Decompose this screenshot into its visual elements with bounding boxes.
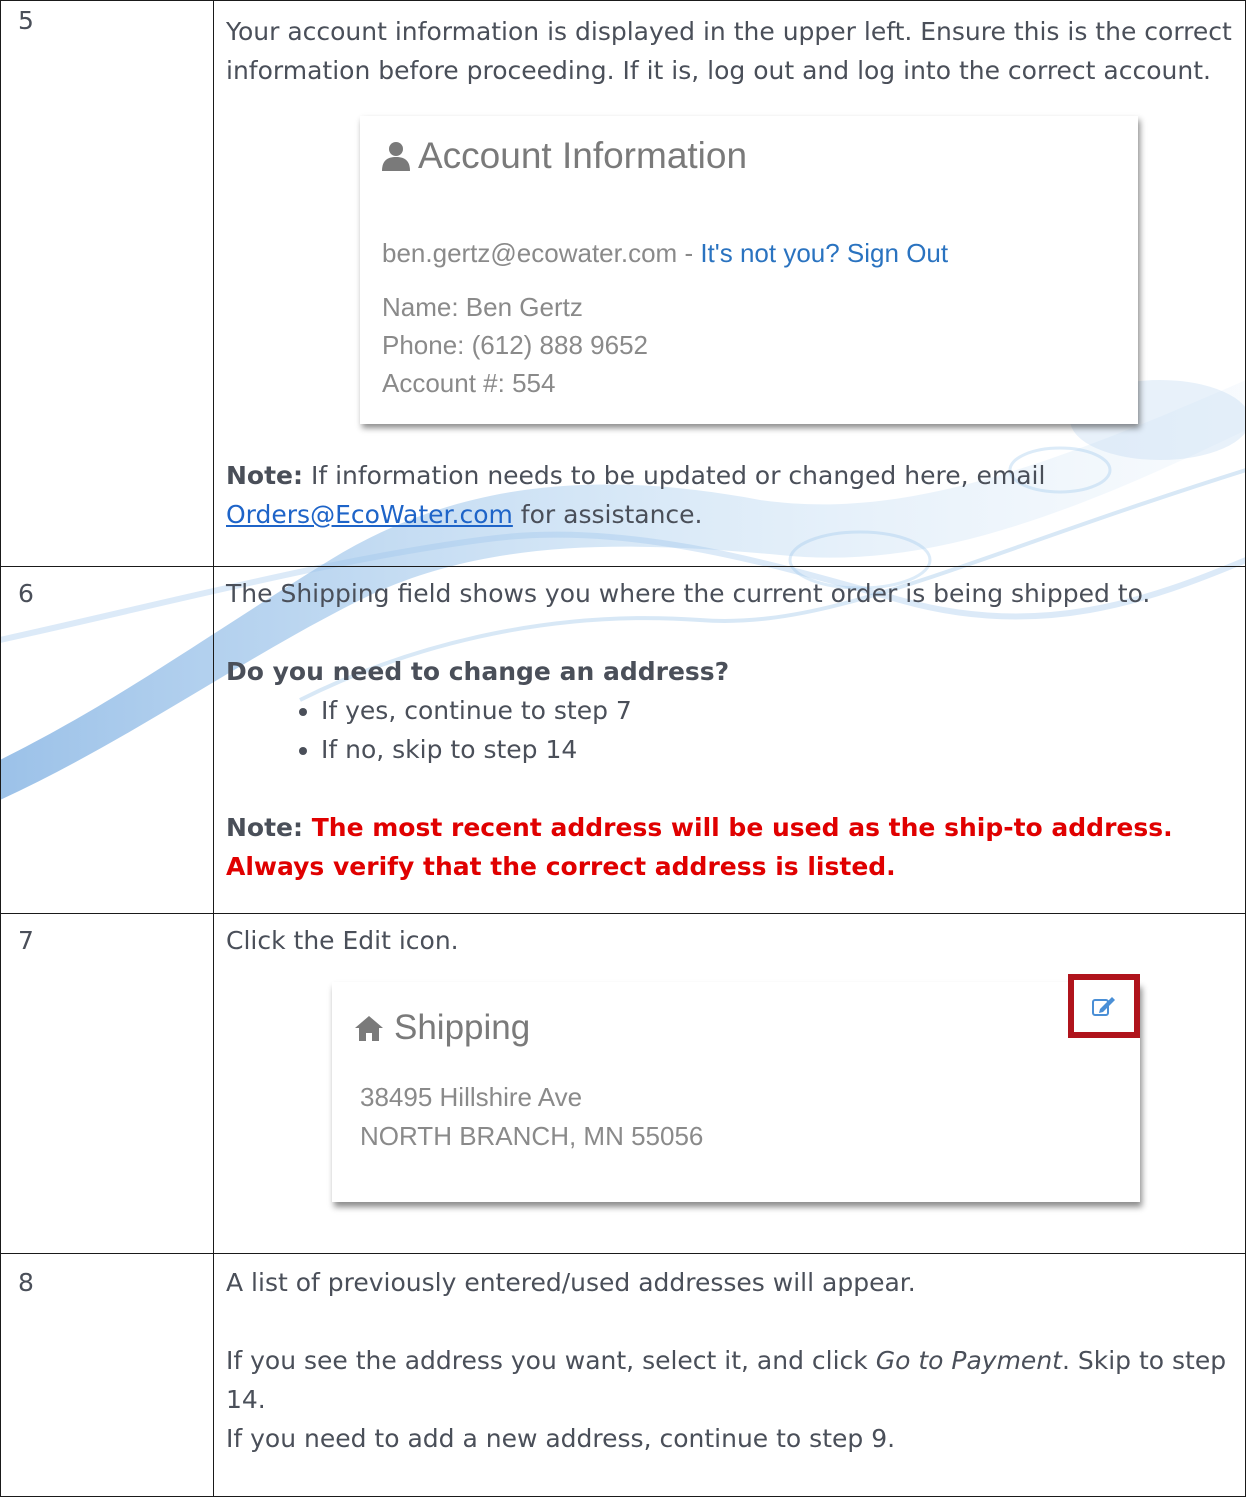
- step-text: Your account information is displayed in…: [226, 17, 1232, 85]
- list-item: If no, skip to step 14: [321, 730, 1239, 769]
- shipping-card: Shipping 38495 Hillshire Ave NORTH BRANC…: [332, 974, 1140, 1202]
- shipping-address-line1: 38495 Hillshire Ave: [360, 1082, 583, 1112]
- step-content: A list of previously entered/used addres…: [213, 1253, 1246, 1497]
- table-row: 6 The Shipping field shows you where the…: [0, 566, 1246, 914]
- table-row: 5 Your account information is displayed …: [0, 0, 1246, 567]
- shipping-address-line2: NORTH BRANCH, MN 55056: [360, 1121, 704, 1151]
- step-number: 8: [0, 1253, 214, 1497]
- step-text: The Shipping field shows you where the c…: [226, 579, 1151, 608]
- instruction-text: If you see the address you want, select …: [226, 1346, 876, 1375]
- note-warning: The most recent address will be used as …: [226, 813, 1173, 881]
- table-row: 8 A list of previously entered/used addr…: [0, 1253, 1246, 1497]
- step-number: 6: [0, 566, 214, 914]
- step-question: Do you need to change an address?: [226, 657, 730, 686]
- account-phone: Phone: (612) 888 9652: [382, 330, 648, 360]
- step-text: A list of previously entered/used addres…: [226, 1268, 916, 1297]
- table-row: 7 Click the Edit icon. Shipping 38495 Hi…: [0, 913, 1246, 1254]
- step-content: Your account information is displayed in…: [213, 0, 1246, 567]
- account-email-line: ben.gertz@ecowater.com - It's not you? S…: [382, 236, 948, 270]
- step-content: Click the Edit icon. Shipping 38495 Hill…: [213, 913, 1246, 1254]
- email-separator: -: [677, 238, 701, 268]
- edit-icon[interactable]: [1091, 995, 1117, 1017]
- home-icon: [355, 1016, 383, 1041]
- note-text-after: for assistance.: [512, 500, 703, 529]
- step-instruction-2: If you need to add a new address, contin…: [226, 1424, 896, 1453]
- step-content: The Shipping field shows you where the c…: [213, 566, 1246, 914]
- user-icon: [382, 142, 410, 171]
- options-list: If yes, continue to step 7 If no, skip t…: [226, 691, 1239, 769]
- step-text: Click the Edit icon.: [226, 926, 459, 955]
- go-to-payment-label: Go to Payment: [875, 1346, 1062, 1375]
- note-label: Note:: [226, 461, 304, 490]
- step-note: Note: If information needs to be updated…: [226, 456, 1239, 534]
- step-number: 7: [0, 913, 214, 1254]
- step-instruction: If you see the address you want, select …: [226, 1341, 1239, 1419]
- step-note: Note: The most recent address will be us…: [226, 808, 1239, 886]
- account-card-title-text: Account Information: [418, 135, 748, 176]
- shipping-card-title: Shipping: [354, 1006, 530, 1050]
- orders-email-link[interactable]: Orders@EcoWater.com: [226, 500, 513, 529]
- steps-table: 5 Your account information is displayed …: [0, 0, 1246, 1497]
- sign-out-link[interactable]: It's not you? Sign Out: [700, 238, 948, 268]
- account-number: Account #: 554: [382, 368, 556, 398]
- note-label: Note:: [226, 813, 312, 842]
- account-email: ben.gertz@ecowater.com: [382, 238, 678, 268]
- list-item: If yes, continue to step 7: [321, 691, 1239, 730]
- note-text: If information needs to be updated or ch…: [303, 461, 1054, 490]
- account-info-card: Account Information ben.gertz@ecowater.c…: [360, 116, 1138, 424]
- shipping-card-title-text: Shipping: [394, 1008, 531, 1047]
- account-name: Name: Ben Gertz: [382, 292, 583, 322]
- step-number: 5: [0, 0, 214, 567]
- edit-button-highlight[interactable]: [1068, 974, 1140, 1038]
- account-card-title: Account Information: [380, 134, 747, 178]
